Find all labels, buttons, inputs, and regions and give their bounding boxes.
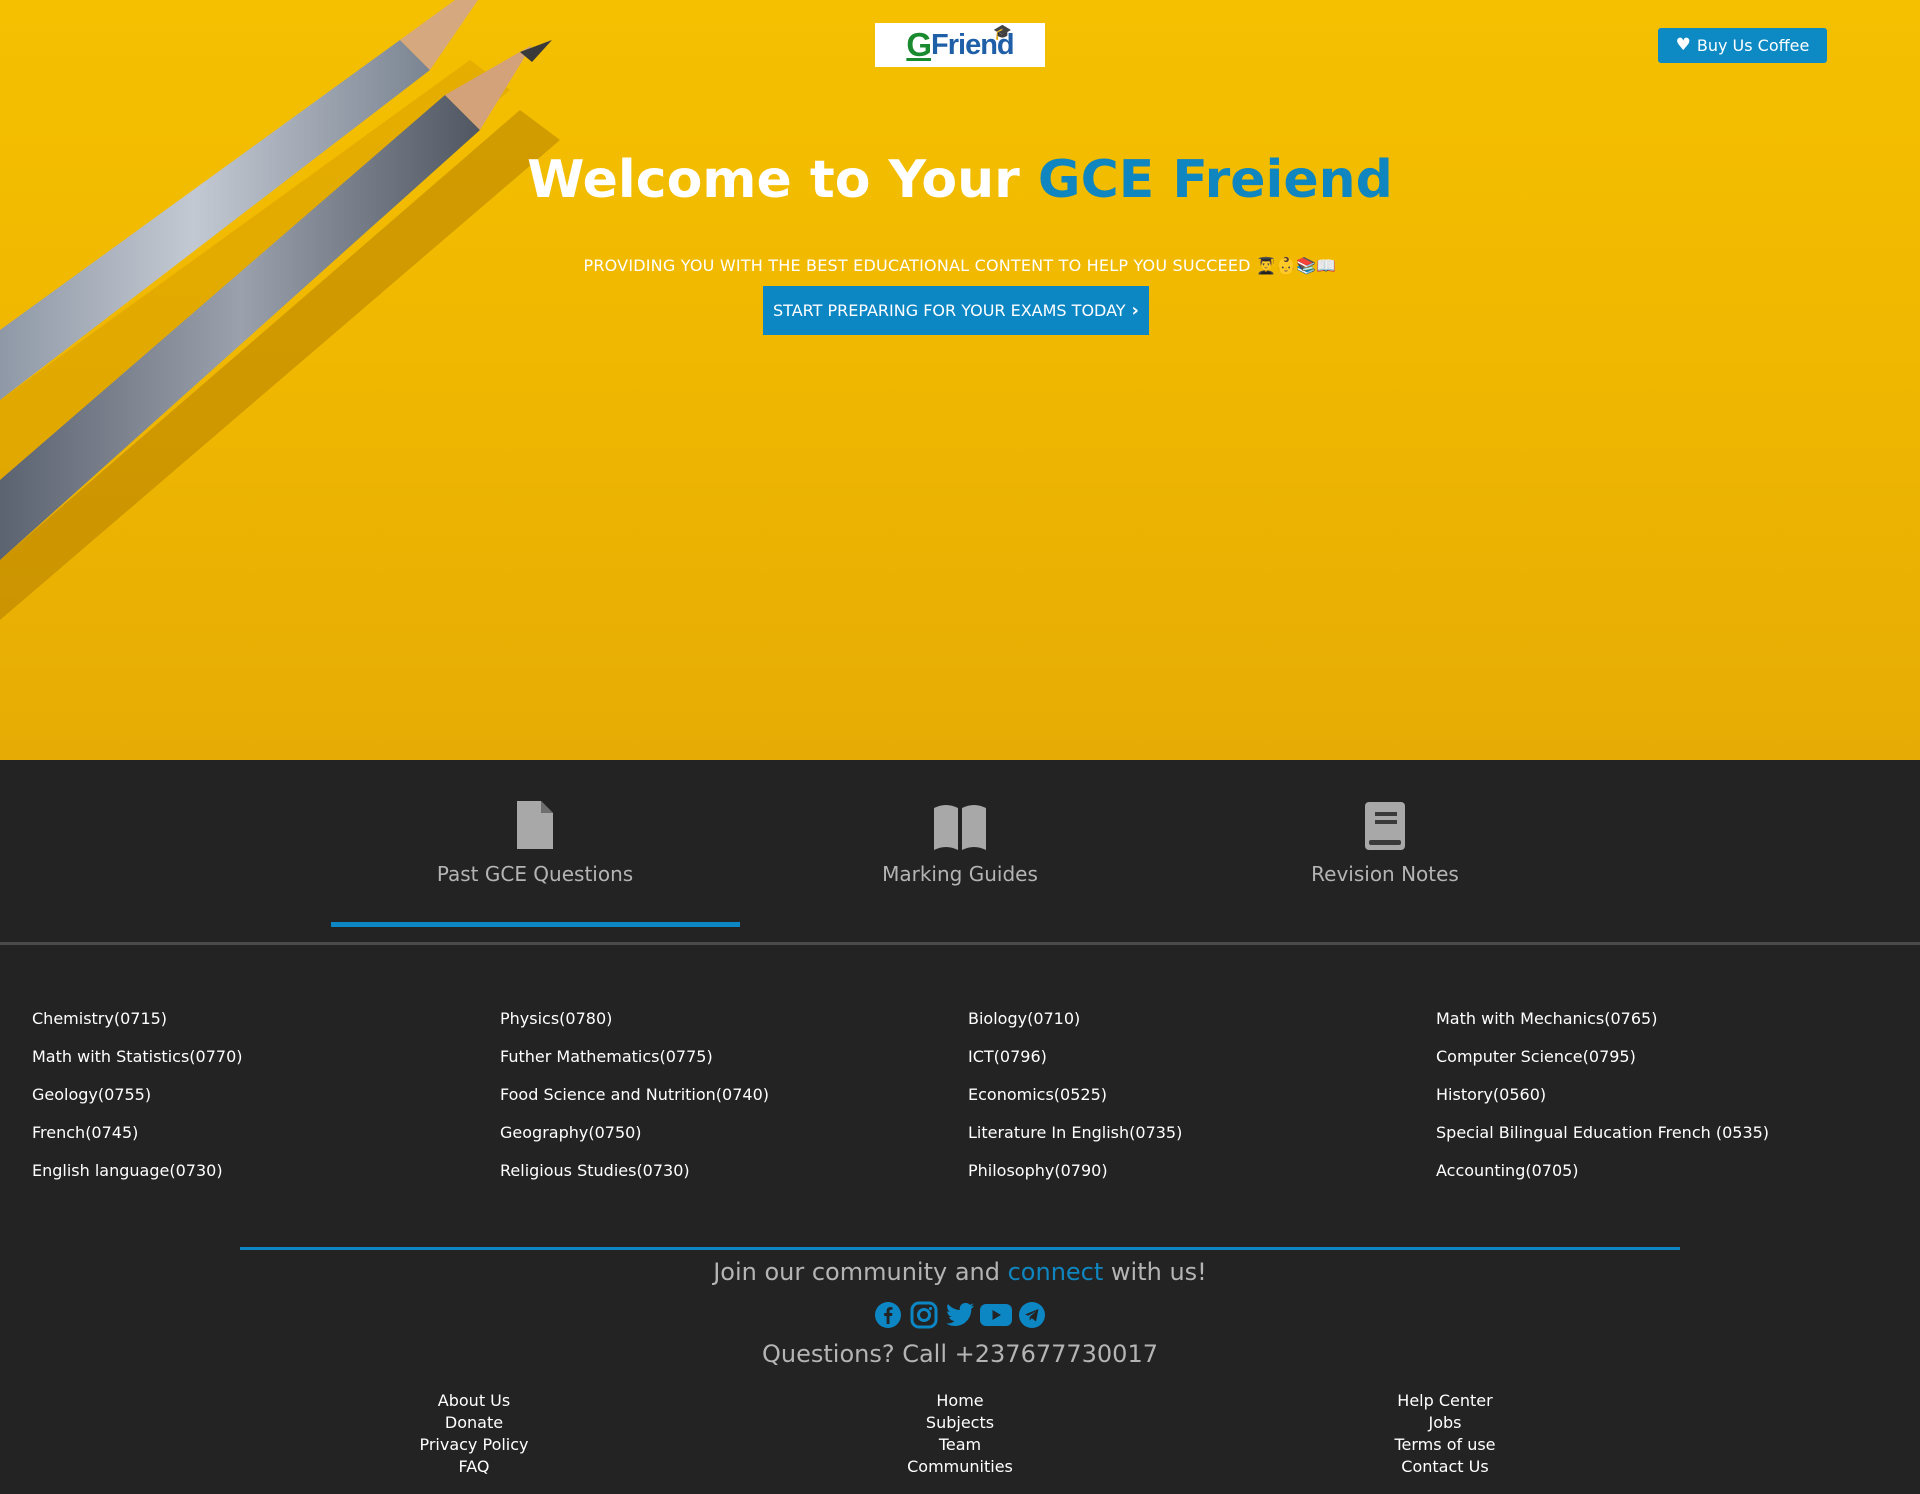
telegram-icon[interactable] bbox=[1014, 1298, 1050, 1332]
subject-link[interactable]: French(0745) bbox=[32, 1114, 492, 1152]
footer-link-subjects[interactable]: Subjects bbox=[810, 1412, 1110, 1434]
footer-link-contact-us[interactable]: Contact Us bbox=[1295, 1456, 1595, 1478]
gfriend-logo[interactable]: G Friend 🎓 bbox=[875, 23, 1045, 67]
buy-us-coffee-button[interactable]: ♥ Buy Us Coffee bbox=[1658, 28, 1827, 63]
hero-subtitle: PROVIDING YOU WITH THE BEST EDUCATIONAL … bbox=[583, 256, 1337, 275]
tab-revision-notes[interactable]: Revision Notes bbox=[1180, 796, 1590, 896]
subject-link[interactable]: English language(0730) bbox=[32, 1152, 492, 1190]
subject-link[interactable]: Chemistry(0715) bbox=[32, 1000, 492, 1038]
subjects-column-1: Chemistry(0715) Math with Statistics(077… bbox=[32, 1000, 492, 1190]
subject-link[interactable]: Futher Mathematics(0775) bbox=[500, 1038, 960, 1076]
subject-link[interactable]: Food Science and Nutrition(0740) bbox=[500, 1076, 960, 1114]
subject-link[interactable]: Physics(0780) bbox=[500, 1000, 960, 1038]
footer-links-column-1: About Us Donate Privacy Policy FAQ bbox=[324, 1390, 624, 1478]
facebook-icon[interactable] bbox=[870, 1298, 906, 1332]
start-preparing-button[interactable]: START PREPARING FOR YOUR EXAMS TODAY › bbox=[763, 286, 1149, 335]
footer-links-column-3: Help Center Jobs Terms of use Contact Us bbox=[1295, 1390, 1595, 1478]
tab-label: Marking Guides bbox=[882, 862, 1038, 886]
subject-link[interactable]: Literature In English(0735) bbox=[968, 1114, 1428, 1152]
subject-link[interactable]: Math with Statistics(0770) bbox=[32, 1038, 492, 1076]
book-icon bbox=[1365, 802, 1405, 850]
subject-link[interactable]: Geology(0755) bbox=[32, 1076, 492, 1114]
join-text-1: Join our community and bbox=[713, 1258, 1008, 1286]
subject-link[interactable]: Math with Mechanics(0765) bbox=[1436, 1000, 1896, 1038]
footer-link-about-us[interactable]: About Us bbox=[324, 1390, 624, 1412]
subjects-column-4: Math with Mechanics(0765) Computer Scien… bbox=[1436, 1000, 1896, 1190]
footer-link-jobs[interactable]: Jobs bbox=[1295, 1412, 1595, 1434]
footer-link-donate[interactable]: Donate bbox=[324, 1412, 624, 1434]
pencils-background-image bbox=[0, 0, 560, 620]
subject-link[interactable]: Biology(0710) bbox=[968, 1000, 1428, 1038]
youtube-icon[interactable] bbox=[978, 1298, 1014, 1332]
resource-tabs: Past GCE Questions Marking Guides Revisi… bbox=[0, 760, 1920, 945]
tab-label: Past GCE Questions bbox=[436, 862, 634, 886]
open-book-icon bbox=[934, 805, 986, 850]
contact-phone: Questions? Call +237677730017 bbox=[762, 1340, 1158, 1368]
start-preparing-label: START PREPARING FOR YOUR EXAMS TODAY bbox=[773, 301, 1126, 320]
subject-link[interactable]: Geography(0750) bbox=[500, 1114, 960, 1152]
hero-title: Welcome to Your GCE Freiend bbox=[0, 150, 1920, 210]
footer-link-help-center[interactable]: Help Center bbox=[1295, 1390, 1595, 1412]
chevron-right-icon: › bbox=[1131, 300, 1139, 321]
subject-link[interactable]: ICT(0796) bbox=[968, 1038, 1428, 1076]
tab-past-gce-questions[interactable]: Past GCE Questions bbox=[330, 796, 740, 896]
logo-letter-g: G bbox=[906, 26, 932, 63]
twitter-icon[interactable] bbox=[942, 1298, 978, 1332]
join-community-heading: Join our community and connect with us! bbox=[0, 1258, 1920, 1286]
subject-link[interactable]: Economics(0525) bbox=[968, 1076, 1428, 1114]
footer-link-home[interactable]: Home bbox=[810, 1390, 1110, 1412]
active-tab-indicator bbox=[331, 922, 740, 927]
hero-title-accent: GCE Freiend bbox=[1037, 150, 1393, 210]
hero-section: G Friend 🎓 ♥ Buy Us Coffee Welcome to Yo… bbox=[0, 0, 1920, 760]
tab-marking-guides[interactable]: Marking Guides bbox=[755, 796, 1165, 896]
social-links bbox=[0, 1298, 1920, 1332]
join-text-2: with us! bbox=[1103, 1258, 1207, 1286]
footer-links-column-2: Home Subjects Team Communities bbox=[810, 1390, 1110, 1478]
graduation-cap-icon: 🎓 bbox=[993, 24, 1012, 41]
subject-link[interactable]: Religious Studies(0730) bbox=[500, 1152, 960, 1190]
subjects-column-3: Biology(0710) ICT(0796) Economics(0525) … bbox=[968, 1000, 1428, 1190]
footer-link-privacy-policy[interactable]: Privacy Policy bbox=[324, 1434, 624, 1456]
subject-link[interactable]: Special Bilingual Education French (0535… bbox=[1436, 1114, 1896, 1152]
tab-label: Revision Notes bbox=[1311, 862, 1459, 886]
join-text-accent: connect bbox=[1007, 1258, 1104, 1286]
subjects-column-2: Physics(0780) Futher Mathematics(0775) F… bbox=[500, 1000, 960, 1190]
subject-link[interactable]: Philosophy(0790) bbox=[968, 1152, 1428, 1190]
heart-icon: ♥ bbox=[1675, 35, 1691, 55]
hero-title-text: Welcome to Your bbox=[527, 150, 1038, 210]
subject-link[interactable]: Accounting(0705) bbox=[1436, 1152, 1896, 1190]
instagram-icon[interactable] bbox=[906, 1298, 942, 1332]
footer-link-communities[interactable]: Communities bbox=[810, 1456, 1110, 1478]
footer-link-faq[interactable]: FAQ bbox=[324, 1456, 624, 1478]
footer-divider bbox=[240, 1247, 1680, 1250]
file-icon bbox=[517, 801, 553, 849]
footer-link-terms-of-use[interactable]: Terms of use bbox=[1295, 1434, 1595, 1456]
subject-link[interactable]: Computer Science(0795) bbox=[1436, 1038, 1896, 1076]
footer-link-team[interactable]: Team bbox=[810, 1434, 1110, 1456]
subject-link[interactable]: History(0560) bbox=[1436, 1076, 1896, 1114]
buy-us-coffee-label: Buy Us Coffee bbox=[1696, 36, 1810, 55]
